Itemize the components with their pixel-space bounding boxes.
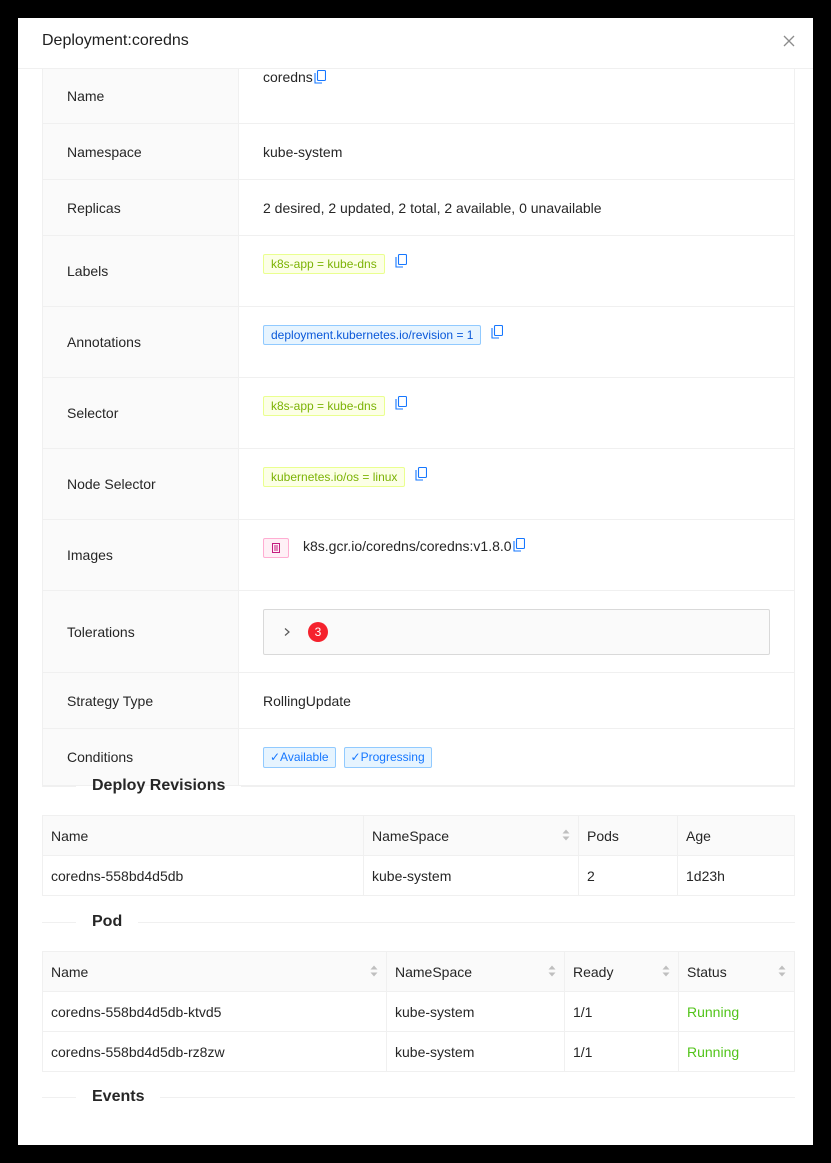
section-title: Deploy Revisions (92, 777, 226, 794)
column-header-namespace[interactable]: NameSpace (363, 816, 578, 855)
cell-ready: 1/1 (564, 1032, 678, 1071)
column-header-status[interactable]: Status (678, 952, 794, 991)
table-row: coredns-558bd4d5db-ktvd5 kube-system 1/1… (43, 992, 794, 1032)
detail-label: Namespace (43, 124, 239, 179)
modal-title: Deployment:coredns (42, 32, 189, 49)
cell-namespace: kube-system (386, 992, 564, 1031)
column-header-namespace[interactable]: NameSpace (386, 952, 564, 991)
copy-icon[interactable] (513, 538, 525, 552)
sort-icon[interactable] (548, 965, 556, 977)
node-selector-tag: kubernetes.io/os = linux (263, 467, 406, 487)
detail-label: Tolerations (43, 591, 239, 672)
detail-row-selector: Selector k8s-app = kube-dns (43, 378, 794, 449)
detail-row-images: Images k8s.gcr.io/coredns/coredns:v1.8.0 (43, 520, 794, 591)
cell-namespace: kube-system (386, 1032, 564, 1071)
copy-icon[interactable] (314, 70, 326, 84)
detail-label: Name (43, 69, 239, 123)
tolerations-collapse[interactable]: 3 (263, 608, 770, 655)
selector-tag: k8s-app = kube-dns (263, 396, 385, 416)
table-header-row: Name NameSpace Pods Age (43, 816, 794, 856)
namespace-value: kube-system (263, 143, 343, 160)
replicas-value: 2 desired, 2 updated, 2 total, 2 availab… (263, 199, 602, 216)
cell-status: Running (678, 1032, 794, 1071)
annotation-tag: deployment.kubernetes.io/revision = 1 (263, 325, 482, 345)
cell-ready: 1/1 (564, 992, 678, 1031)
detail-label: Annotations (43, 307, 239, 377)
table-row: coredns-558bd4d5db kube-system 2 1d23h (43, 856, 794, 896)
cell-status: Running (678, 992, 794, 1031)
detail-row-name: Name coredns (43, 69, 794, 124)
section-deploy-revisions: Deploy Revisions (42, 774, 795, 798)
pods-table: Name NameSpace Ready Status coredns-558b… (42, 951, 795, 1072)
image-value: k8s.gcr.io/coredns/coredns:v1.8.0 (303, 538, 512, 554)
sort-icon[interactable] (562, 829, 570, 841)
table-header-row: Name NameSpace Ready Status (43, 952, 794, 992)
chevron-right-icon (284, 627, 290, 636)
detail-label: Replicas (43, 180, 239, 235)
close-button[interactable] (779, 31, 799, 51)
condition-tag: ✓Progressing (343, 746, 432, 768)
deployment-modal: Deployment:coredns Name coredns Namespac… (18, 18, 813, 1145)
detail-label: Node Selector (43, 449, 239, 519)
file-icon (263, 538, 289, 558)
section-pod: Pod (42, 910, 795, 934)
cell-name: coredns-558bd4d5db-rz8zw (51, 1043, 225, 1060)
cell-age: 1d23h (677, 856, 794, 895)
copy-icon[interactable] (415, 467, 428, 481)
copy-icon[interactable] (395, 396, 407, 410)
section-title: Events (92, 1088, 145, 1105)
detail-label: Selector (43, 378, 239, 448)
copy-icon[interactable] (395, 254, 407, 268)
detail-label: Labels (43, 236, 239, 306)
cell-namespace: kube-system (363, 856, 578, 895)
copy-icon[interactable] (491, 325, 504, 339)
detail-row-tolerations: Tolerations 3 (43, 591, 794, 673)
detail-row-replicas: Replicas 2 desired, 2 updated, 2 total, … (43, 180, 794, 236)
detail-row-labels: Labels k8s-app = kube-dns (43, 236, 794, 307)
sort-icon[interactable] (370, 965, 378, 977)
column-header-age: Age (677, 816, 794, 855)
detail-row-strategy: Strategy Type RollingUpdate (43, 673, 794, 729)
section-title: Pod (92, 913, 123, 930)
modal-header: Deployment:coredns (18, 18, 813, 69)
column-header-ready[interactable]: Ready (564, 952, 678, 991)
column-header-name[interactable]: Name (43, 952, 386, 991)
detail-row-node-selector: Node Selector kubernetes.io/os = linux (43, 449, 794, 520)
tolerations-count-badge: 3 (308, 621, 328, 642)
deployment-details: Name coredns Namespace kube-system Repli… (42, 69, 795, 786)
label-tag: k8s-app = kube-dns (263, 254, 385, 274)
detail-label: Strategy Type (43, 673, 239, 728)
cell-pods: 2 (578, 856, 677, 895)
cell-name: coredns-558bd4d5db-ktvd5 (51, 1003, 222, 1020)
table-row: coredns-558bd4d5db-rz8zw kube-system 1/1… (43, 1032, 794, 1072)
detail-row-annotations: Annotations deployment.kubernetes.io/rev… (43, 307, 794, 378)
close-icon (783, 35, 795, 47)
section-events: Events (42, 1085, 795, 1109)
column-header-pods: Pods (578, 816, 677, 855)
column-header-name: Name (51, 827, 89, 844)
name-value: coredns (263, 69, 313, 85)
cell-name: coredns-558bd4d5db (51, 867, 184, 884)
detail-row-namespace: Namespace kube-system (43, 124, 794, 180)
strategy-value: RollingUpdate (263, 692, 351, 709)
sort-icon[interactable] (778, 965, 786, 977)
sort-icon[interactable] (662, 965, 670, 977)
revisions-table: Name NameSpace Pods Age coredns-558bd4d5… (42, 815, 795, 896)
condition-tag: ✓Available (263, 746, 336, 768)
detail-label: Images (43, 520, 239, 590)
